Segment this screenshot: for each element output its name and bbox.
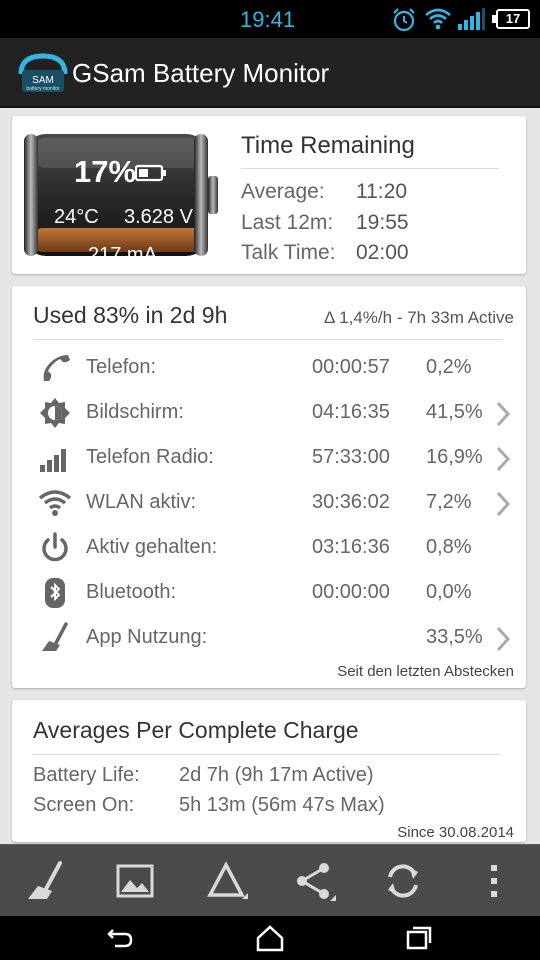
averages-value: 2d 7h (9h 17m Active): [179, 764, 374, 786]
recents-icon[interactable]: [404, 924, 434, 952]
averages-label: Battery Life:: [33, 764, 140, 786]
divider: [33, 339, 503, 340]
usage-row-percent: 0,2%: [426, 356, 472, 378]
time-remaining-label: Average:: [241, 180, 325, 203]
averages-title: Averages Per Complete Charge: [33, 717, 359, 743]
delta-icon[interactable]: [204, 859, 248, 903]
power-icon: [42, 532, 68, 562]
averages-label: Screen On:: [33, 794, 135, 816]
signal-status-icon: [458, 8, 485, 30]
usage-row-telefon-radio[interactable]: Telefon Radio: 57:33:00 16,9%: [12, 438, 526, 483]
status-clock: 19:41: [240, 7, 296, 32]
bluetooth-icon: [45, 578, 65, 608]
battery-current: 217 mA: [88, 244, 157, 266]
broom-icon[interactable]: [24, 859, 68, 903]
broom-icon: [42, 622, 68, 651]
usage-row-percent: 16,9%: [426, 446, 483, 468]
wifi-icon: [38, 490, 72, 516]
bottom-toolbar: [0, 844, 540, 916]
status-battery: 17: [492, 9, 530, 29]
averages-card: Averages Per Complete Charge Battery Lif…: [12, 700, 526, 842]
divider: [241, 168, 499, 169]
usage-row-label: WLAN aktiv:: [86, 491, 197, 513]
screen-brightness-icon: [40, 398, 70, 428]
time-remaining-value: 19:55: [356, 211, 409, 234]
signal-bars-icon: [40, 449, 66, 472]
usage-row-percent: 7,2%: [426, 491, 472, 513]
share-icon[interactable]: [292, 859, 336, 903]
usage-row-label: Bildschirm:: [86, 401, 184, 423]
wifi-status-icon: [425, 8, 451, 30]
time-remaining-value: 11:20: [356, 180, 407, 203]
alarm-icon: [393, 8, 415, 32]
usage-row-label: Aktiv gehalten:: [86, 536, 218, 558]
battery-temperature: 24°C: [54, 206, 99, 228]
time-remaining-label: Last 12m:: [241, 211, 334, 234]
usage-row-bildschirm[interactable]: Bildschirm: 04:16:35 41,5%: [12, 393, 526, 438]
usage-row-wlan[interactable]: WLAN aktiv: 30:36:02 7,2%: [12, 483, 526, 528]
battery-card[interactable]: 17% 24°C 3.628 V 217 mA Time Remaining A…: [12, 116, 526, 274]
navigation-bar: [0, 916, 540, 960]
usage-row-label: Telefon Radio:: [86, 446, 214, 468]
usage-row-label: Bluetooth:: [86, 581, 177, 603]
time-remaining-label: Talk Time:: [241, 241, 336, 264]
time-remaining-title: Time Remaining: [241, 132, 415, 159]
usage-row-app-nutzung[interactable]: App Nutzung: 33,5%: [12, 618, 526, 663]
usage-row-aktiv-gehalten[interactable]: Aktiv gehalten: 03:16:36 0,8%: [12, 528, 526, 573]
refresh-icon[interactable]: [381, 859, 425, 903]
app-title: GSam Battery Monitor: [72, 58, 330, 88]
chevron-right-icon[interactable]: [494, 624, 512, 654]
battery-percent: 17%: [74, 154, 137, 189]
battery-voltage: 3.628 V: [124, 206, 193, 228]
status-bar: 19:41 17: [0, 0, 540, 38]
usage-row-percent: 41,5%: [426, 401, 483, 423]
logo-subtext: battery monitor: [26, 86, 60, 92]
usage-card: Used 83% in 2d 9h Δ 1,4%/h - 7h 33m Acti…: [12, 286, 526, 688]
usage-row-time: 04:16:35: [312, 401, 390, 423]
usage-row-label: Telefon:: [86, 356, 157, 378]
usage-row-time: 30:36:02: [312, 491, 390, 513]
chevron-right-icon[interactable]: [494, 444, 512, 474]
image-icon[interactable]: [113, 859, 157, 903]
usage-row-label: App Nutzung:: [86, 626, 208, 648]
phone-icon: [43, 355, 70, 381]
chevron-right-icon[interactable]: [494, 489, 512, 519]
usage-since-label: Seit den letzten Abstecken: [337, 663, 514, 680]
averages-value: 5h 13m (56m 47s Max): [179, 794, 385, 816]
app-logo: SAM battery monitor: [18, 53, 68, 92]
usage-row-percent: 0,8%: [426, 536, 472, 558]
usage-row-bluetooth[interactable]: Bluetooth: 00:00:00 0,0%: [12, 573, 526, 618]
action-bar: SAM battery monitor GSam Battery Monitor: [0, 38, 540, 108]
chevron-right-icon[interactable]: [494, 399, 512, 429]
time-remaining-value: 02:00: [356, 241, 409, 264]
usage-row-telefon[interactable]: Telefon: 00:00:57 0,2%: [12, 348, 526, 393]
overflow-menu-icon[interactable]: [472, 859, 516, 903]
usage-row-time: 00:00:00: [312, 581, 390, 603]
usage-title: Used 83% in 2d 9h: [33, 302, 228, 328]
logo-text: SAM: [32, 75, 54, 86]
usage-row-percent: 0,0%: [426, 581, 472, 603]
usage-row-time: 57:33:00: [312, 446, 390, 468]
battery-graphic: 17% 24°C 3.628 V 217 mA: [22, 132, 222, 266]
usage-row-time: 03:16:36: [312, 536, 390, 558]
averages-since-label: Since 30.08.2014: [397, 824, 514, 841]
home-icon[interactable]: [255, 924, 285, 952]
back-icon[interactable]: [105, 924, 135, 952]
usage-row-percent: 33,5%: [426, 626, 483, 648]
usage-row-time: 00:00:57: [312, 356, 390, 378]
divider: [33, 754, 501, 755]
usage-rate: Δ 1,4%/h - 7h 33m Active: [324, 308, 514, 327]
